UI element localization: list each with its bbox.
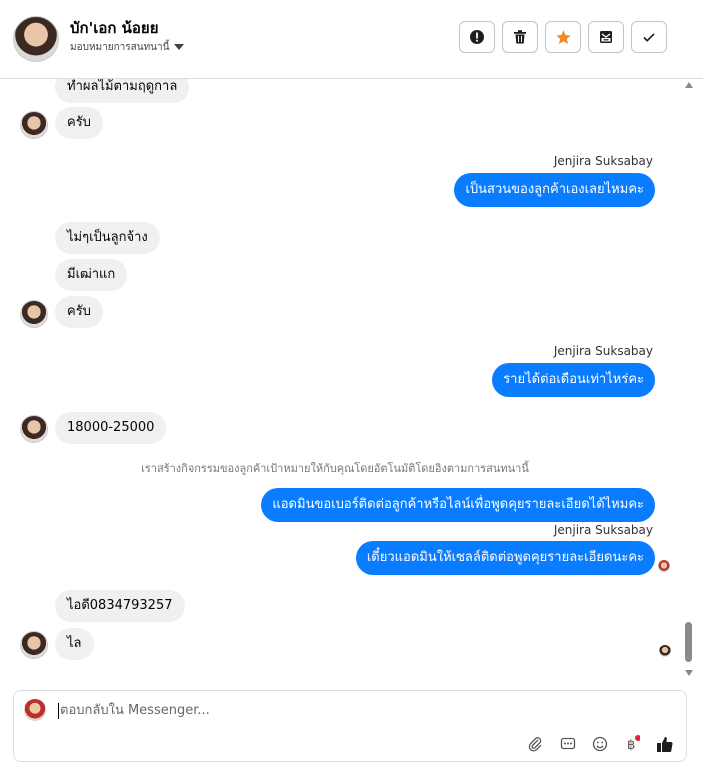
outgoing-message: เดี๋ยวแอดมินให้เซลล์ติดต่อพูดคุยรายละเอี… [355, 541, 655, 575]
attach-button[interactable] [526, 735, 544, 753]
incoming-message: ไม่ๆเป็นลูกจ้าง [55, 222, 160, 254]
assign-label: มอบหมายการสนทนานี้ [70, 42, 170, 53]
trash-icon [514, 30, 526, 44]
message-thread: ทำผลไม้ตามฤดูกาล ครับ Jenjira Suksabay เ… [0, 79, 703, 679]
emoji-icon [592, 736, 608, 752]
contact-avatar-small [20, 415, 48, 443]
outgoing-message: รายได้ต่อเดือนเท่าไหร่คะ [492, 363, 655, 397]
check-icon [643, 33, 655, 42]
outgoing-message: เป็นสวนของลูกค้าเองเลยไหมคะ [454, 173, 655, 207]
emoji-button[interactable] [591, 735, 609, 753]
reply-input[interactable]: ตอบกลับใน Messenger... [58, 703, 210, 719]
payment-button[interactable]: ฿ [623, 735, 641, 753]
like-icon [657, 737, 673, 752]
like-button[interactable] [656, 735, 674, 753]
incoming-message: 18000-25000 [55, 412, 167, 444]
page-avatar [24, 699, 46, 721]
mark-done-button[interactable] [631, 21, 667, 53]
incoming-message: มีเฒ่าแก [55, 259, 128, 291]
incoming-message: ทำผลไม้ตามฤดูกาล [55, 79, 190, 103]
contact-avatar-small [20, 111, 48, 139]
contact-avatar[interactable] [13, 16, 59, 62]
incoming-message: ครับ [55, 107, 103, 139]
outgoing-message: แอดมินขอเบอร์ติดต่อลูกค้าหรือไลน์เพื่อพู… [261, 488, 655, 522]
scrollbar[interactable] [683, 82, 695, 676]
attach-icon [528, 737, 542, 752]
incoming-message: ครับ [55, 296, 103, 328]
sender-name: Jenjira Suksabay [553, 154, 653, 168]
contact-name[interactable]: บัก'เอก น้อยย [70, 16, 158, 40]
incoming-message: ไอดี0834793257 [55, 590, 185, 622]
payment-icon: ฿ [627, 735, 640, 753]
read-receipt-icon [659, 645, 671, 657]
star-icon [555, 29, 571, 44]
delete-button[interactable] [502, 21, 538, 53]
seen-indicator-icon [658, 560, 670, 572]
star-button[interactable] [545, 21, 581, 53]
incoming-message: ไล [55, 628, 94, 660]
saved-reply-button[interactable] [559, 735, 577, 753]
scroll-down-arrow-icon[interactable] [685, 670, 693, 676]
sender-name: Jenjira Suksabay [553, 523, 653, 537]
system-notice: เราสร้างกิจกรรมของลูกค้าเป้าหมายให้กับคุ… [141, 462, 529, 475]
reply-composer[interactable]: ตอบกลับใน Messenger... ฿ [13, 690, 687, 762]
contact-avatar-small [20, 631, 48, 659]
sender-name: Jenjira Suksabay [553, 344, 653, 358]
scrollbar-thumb[interactable] [685, 622, 692, 662]
flag-icon [470, 30, 484, 44]
saved-reply-icon [560, 737, 576, 750]
mark-spam-button[interactable] [459, 21, 495, 53]
assign-conversation-dropdown[interactable]: มอบหมายการสนทนานี้ [70, 40, 185, 55]
contact-avatar-small [20, 300, 48, 328]
caret-down-icon [174, 44, 185, 50]
scroll-up-arrow-icon[interactable] [685, 82, 693, 88]
conversation-header: บัก'เอก น้อยย มอบหมายการสนทนานี้ [0, 0, 703, 79]
inbox-icon [600, 31, 612, 43]
move-to-inbox-button[interactable] [588, 21, 624, 53]
